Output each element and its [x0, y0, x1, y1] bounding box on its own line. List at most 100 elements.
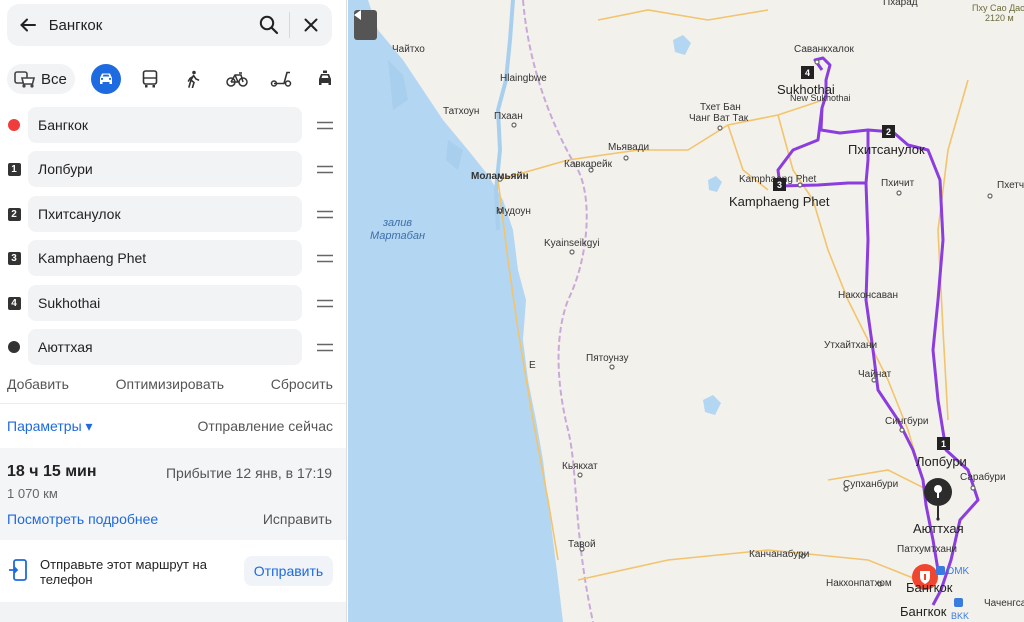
- mode-walk-button[interactable]: [179, 64, 209, 94]
- end-dot-icon: [8, 341, 20, 353]
- map-label: Тавой: [568, 539, 596, 550]
- map-label: Супханбури: [843, 479, 899, 490]
- map-label: Hlaingbwe: [500, 73, 547, 84]
- reset-button[interactable]: Сбросить: [271, 376, 333, 392]
- map-label: Сарабури: [960, 472, 1006, 483]
- chevron-left-icon: [354, 10, 361, 20]
- drag-handle[interactable]: [302, 210, 346, 219]
- mode-car-button[interactable]: [90, 64, 121, 94]
- send-to-phone-text: Отправьте этот маршрут на телефон: [40, 557, 207, 587]
- map-label: Тхет Бан: [700, 102, 741, 113]
- map-label: Кавкарейк: [564, 159, 612, 170]
- map-label: Лопбури: [916, 454, 967, 469]
- divider: [0, 403, 346, 404]
- drag-handle[interactable]: [302, 299, 346, 308]
- route-params: Параметры ▾ Отправление сейчас: [7, 418, 333, 435]
- pedestrian-icon: [188, 70, 200, 88]
- optimize-button[interactable]: Оптимизировать: [116, 376, 224, 392]
- waypoint-input[interactable]: Аюттхая: [28, 329, 302, 365]
- map-label: Пхарад: [883, 0, 918, 8]
- mode-scooter-button[interactable]: [266, 64, 296, 94]
- route-marker-3[interactable]: 3: [773, 178, 786, 191]
- back-button[interactable]: [7, 4, 49, 46]
- waypoint-input[interactable]: Пхитсанулок: [28, 196, 302, 232]
- waypoint-input[interactable]: Sukhothai: [28, 285, 302, 321]
- departure-time[interactable]: Отправление сейчас: [198, 418, 333, 435]
- all-transport-icon: [14, 71, 36, 88]
- add-waypoint-button[interactable]: Добавить: [7, 376, 69, 392]
- bus-icon: [142, 70, 157, 88]
- drag-icon: [316, 254, 333, 262]
- route-sidebar: Все: [0, 0, 347, 622]
- bicycle-icon: [226, 72, 249, 87]
- map-label: Татхоун: [443, 106, 480, 117]
- waypoint-row: 3 Kamphaeng Phet: [0, 239, 346, 277]
- map-label: Чайтхо: [392, 44, 425, 55]
- arrival-time: Прибытие 12 янв, в 17:19: [165, 465, 332, 481]
- sea-water: [348, 0, 563, 622]
- fix-route-link[interactable]: Исправить: [263, 511, 332, 527]
- map-canvas[interactable]: Чайтхо Hlaingbwe Татхоун Пхаан Моламьяйн…: [348, 0, 1024, 622]
- waypoint-input[interactable]: Лопбури: [28, 151, 302, 187]
- drag-handle[interactable]: [302, 165, 346, 174]
- close-icon: [304, 18, 318, 32]
- clear-search-button[interactable]: [290, 4, 332, 46]
- transport-modes: Все: [7, 62, 340, 96]
- taxi-icon: [319, 70, 332, 85]
- waypoint-row: 4 Sukhothai: [0, 284, 346, 322]
- drag-handle[interactable]: [302, 343, 346, 352]
- map-label: Накхонсаван: [838, 290, 898, 301]
- lake: [673, 35, 722, 415]
- waypoint-number: 1: [7, 162, 21, 176]
- route-marker-4[interactable]: 4: [801, 66, 814, 79]
- waypoint-row: Бангкок: [0, 106, 346, 144]
- send-button[interactable]: Отправить: [244, 556, 333, 586]
- details-link[interactable]: Посмотреть подробнее: [7, 511, 158, 527]
- bay-label-line1: залив: [383, 217, 413, 229]
- bkk-airport-icon: [954, 598, 963, 607]
- send-to-phone: Отправьте этот маршрут на телефон Отправ…: [0, 546, 346, 598]
- map-label: Аюттхая: [913, 521, 964, 536]
- mode-bus-button[interactable]: [135, 64, 165, 94]
- map-label: Канчанабури: [749, 549, 810, 560]
- map-label: Чанг Ват Так: [689, 113, 749, 124]
- phone-send-icon: [9, 559, 27, 581]
- map-label: Пхитсанулок: [848, 142, 925, 157]
- map-label: Утхайтхани: [824, 340, 878, 351]
- route-marker-2[interactable]: 2: [882, 125, 895, 138]
- drag-handle[interactable]: [302, 121, 346, 130]
- route-marker-1[interactable]: 1: [937, 437, 950, 450]
- waypoint-number: 3: [7, 251, 21, 265]
- map-label: Сингбури: [885, 416, 929, 427]
- map-label: Пху Сао Дао: [972, 3, 1024, 13]
- mode-bicycle-button[interactable]: [222, 64, 252, 94]
- search-icon: [259, 15, 278, 35]
- route-distance: 1 070 км: [7, 486, 58, 501]
- bay-label-line2: Мартабан: [370, 230, 426, 242]
- start-dot-icon: [8, 119, 20, 131]
- parameters-dropdown[interactable]: Параметры ▾: [7, 418, 93, 435]
- mode-taxi-button[interactable]: [310, 64, 340, 94]
- arrow-left-icon: [19, 18, 36, 32]
- map-label: Kamphaeng Phet: [729, 194, 830, 209]
- map-label: Мьявади: [608, 142, 650, 153]
- map-label: 2120 м: [985, 13, 1014, 23]
- mode-all-button[interactable]: Все: [7, 64, 75, 94]
- collapse-sidebar-button[interactable]: [354, 10, 377, 40]
- waypoint-number: 2: [7, 207, 21, 221]
- drag-icon: [316, 210, 333, 218]
- drag-icon: [316, 299, 333, 307]
- route-duration: 18 ч 15 мин: [7, 463, 97, 480]
- drag-handle[interactable]: [302, 254, 346, 263]
- map-label: Пхаан: [494, 111, 523, 122]
- search-button[interactable]: [248, 4, 290, 46]
- map-label: New Sukhothai: [790, 93, 851, 103]
- waypoint-input[interactable]: Бангкок: [28, 107, 302, 143]
- waypoint-input[interactable]: Kamphaeng Phet: [28, 240, 302, 276]
- search-input[interactable]: [48, 4, 248, 46]
- mode-all-label: Все: [41, 70, 67, 88]
- search-bar: [7, 4, 332, 46]
- map-label: Мудоун: [496, 206, 531, 217]
- map-label: Чаченгсао: [984, 598, 1024, 609]
- waypoint-row: Аюттхая: [0, 328, 346, 366]
